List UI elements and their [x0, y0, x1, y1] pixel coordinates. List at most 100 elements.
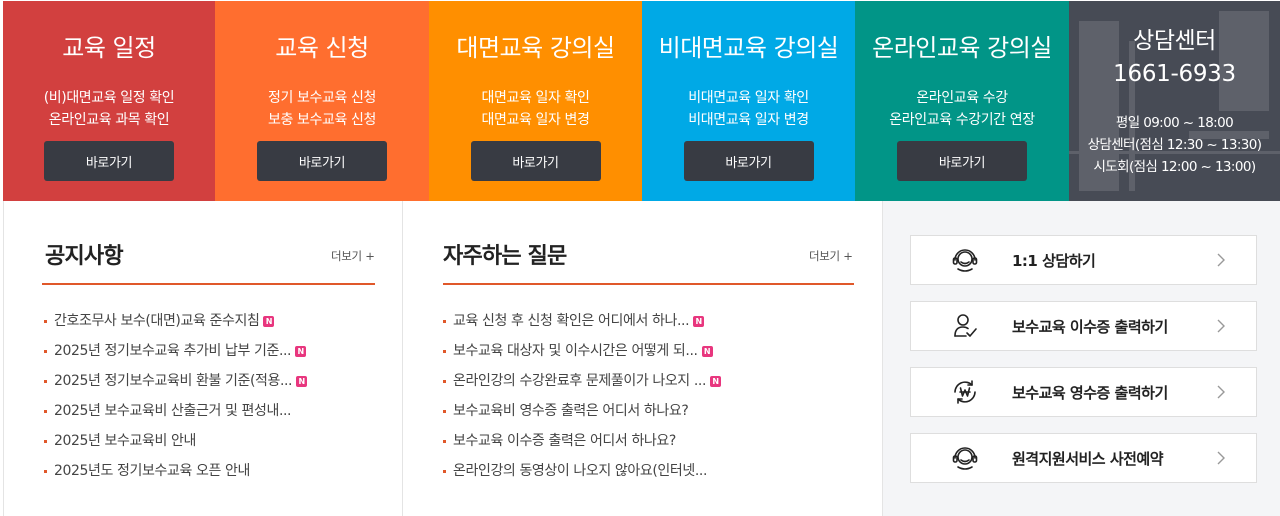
quick-link-remote-support[interactable]: 원격지원서비스 사전예약	[910, 433, 1257, 483]
notice-panel: 공지사항 더보기 + 간호조무사 보수(대면)교육 준수지침 N 2025년 정기…	[3, 201, 403, 516]
notice-item[interactable]: 2025년 정기보수교육 추가비 납부 기준... N	[44, 336, 307, 366]
tile-line: 온라인교육 수강기간 연장	[889, 112, 1035, 128]
faq-item[interactable]: 보수교육비 영수증 출력은 어디서 하나요?	[443, 396, 721, 426]
bullet	[443, 349, 446, 353]
tile-line: 비대면교육 일자 확인	[688, 90, 809, 106]
notice-item[interactable]: 간호조무사 보수(대면)교육 준수지침 N	[44, 306, 307, 336]
bullet	[44, 469, 47, 473]
tile-line: 보충 보수교육 신청	[268, 112, 376, 128]
faq-title: 자주하는 질문	[443, 244, 567, 269]
tile-line: 온라인교육 과목 확인	[48, 112, 170, 128]
consult-hours-line: 평일 09:00 ~ 18:00	[1115, 115, 1234, 131]
notice-item-text: 2025년도 정기보수교육 오픈 안내	[54, 463, 250, 479]
new-badge: N	[701, 345, 713, 357]
tile-description: 정기 보수교육 신청 보충 보수교육 신청	[215, 87, 429, 131]
bullet	[44, 319, 47, 323]
tile-title: 비대면교육 강의실	[658, 34, 839, 62]
tile-offline-classroom: 대면교육 강의실 대면교육 일자 확인 대면교육 일자 변경 바로가기	[429, 1, 642, 201]
faq-panel: 자주하는 질문 더보기 + 교육 신청 후 신청 확인은 어디에서 하나... N…	[403, 201, 883, 516]
quick-link-label: 보수교육 영수증 출력하기	[1012, 383, 1168, 402]
tile-education-apply: 교육 신청 정기 보수교육 신청 보충 보수교육 신청 바로가기	[215, 1, 429, 201]
go-button-remote[interactable]: 바로가기	[683, 141, 814, 181]
faq-item[interactable]: 온라인강의 수강완료후 문제풀이가 나오지 ... N	[443, 366, 721, 396]
consult-phone: 1661-6933	[1113, 61, 1236, 87]
notice-item[interactable]: 2025년도 정기보수교육 오픈 안내	[44, 456, 307, 486]
notice-divider	[42, 283, 375, 285]
notice-item[interactable]: 2025년 보수교육비 안내	[44, 426, 307, 456]
notice-list: 간호조무사 보수(대면)교육 준수지침 N 2025년 정기보수교육 추가비 납부…	[44, 306, 308, 486]
tile-description: 비대면교육 일자 확인 비대면교육 일자 변경	[642, 87, 855, 131]
quick-link-certificate[interactable]: 보수교육 이수증 출력하기	[910, 301, 1257, 351]
notice-item[interactable]: 2025년 보수교육비 산출근거 및 편성내...	[44, 396, 307, 426]
new-badge: N	[296, 375, 308, 387]
go-button-online[interactable]: 바로가기	[897, 141, 1027, 181]
faq-item[interactable]: 교육 신청 후 신청 확인은 어디에서 하나... N	[443, 306, 721, 336]
faq-divider	[443, 283, 854, 285]
faq-item-text: 보수교육비 영수증 출력은 어디서 하나요?	[453, 403, 689, 419]
notice-item-text: 2025년 정기보수교육비 환불 기준(적용...	[54, 373, 293, 389]
bullet	[443, 439, 446, 443]
bullet	[443, 319, 446, 323]
new-badge: N	[693, 315, 705, 327]
quick-links-panel: 1:1 상담하기 보수교육 이수증 출력하기 보수교육 영수증 출력하기 원격지…	[883, 201, 1280, 516]
quick-link-label: 보수교육 이수증 출력하기	[1012, 317, 1168, 336]
notice-more-link[interactable]: 더보기 +	[331, 248, 375, 264]
bullet	[443, 409, 446, 413]
won-refresh-icon	[950, 377, 980, 407]
tile-line: 정기 보수교육 신청	[268, 90, 376, 106]
quick-link-label: 1:1 상담하기	[1012, 251, 1096, 270]
new-badge: N	[710, 375, 721, 387]
consult-hours-line: 시도회(점심 12:00 ~ 13:00)	[1093, 159, 1256, 175]
certificate-user-icon	[950, 311, 980, 341]
tile-description: (비)대면교육 일정 확인 온라인교육 과목 확인	[3, 87, 215, 131]
go-button-schedule[interactable]: 바로가기	[44, 141, 174, 181]
consult-hours-line: 상담센터(점심 12:30 ~ 13:30)	[1087, 137, 1262, 153]
tile-consult-center: 상담센터 1661-6933 평일 09:00 ~ 18:00 상담센터(점심 …	[1069, 1, 1280, 201]
faq-item-text: 온라인강의 수강완료후 문제풀이가 나오지 ...	[453, 373, 706, 389]
quick-link-label: 원격지원서비스 사전예약	[1012, 449, 1164, 468]
new-badge: N	[263, 315, 275, 327]
faq-item-text: 보수교육 이수증 출력은 어디서 하나요?	[453, 433, 676, 449]
tile-title: 온라인교육 강의실	[872, 34, 1052, 62]
notice-item[interactable]: 2025년 정기보수교육비 환불 기준(적용... N	[44, 366, 308, 396]
notice-item-text: 간호조무사 보수(대면)교육 준수지침	[54, 313, 260, 329]
bullet	[44, 439, 47, 443]
bullet	[44, 409, 47, 413]
headset-icon	[950, 443, 980, 473]
tile-line: 온라인교육 수강	[916, 90, 1008, 106]
faq-more-link[interactable]: 더보기 +	[809, 248, 853, 264]
chevron-right-icon	[1217, 385, 1225, 399]
notice-item-text: 2025년 정기보수교육 추가비 납부 기준...	[54, 343, 292, 359]
faq-item[interactable]: 보수교육 대상자 및 이수시간은 어떻게 되... N	[443, 336, 721, 366]
tile-description: 온라인교육 수강 온라인교육 수강기간 연장	[855, 87, 1069, 131]
notice-item-text: 2025년 보수교육비 안내	[54, 433, 196, 449]
bullet	[443, 469, 446, 473]
go-button-offline[interactable]: 바로가기	[470, 141, 601, 181]
tile-line: 대면교육 일자 변경	[481, 112, 590, 128]
tile-online-classroom: 온라인교육 강의실 온라인교육 수강 온라인교육 수강기간 연장 바로가기	[855, 1, 1069, 201]
faq-list: 교육 신청 후 신청 확인은 어디에서 하나... N 보수교육 대상자 및 이수…	[443, 306, 721, 486]
faq-item[interactable]: 온라인강의 동영상이 나오지 않아요(인터넷...	[443, 456, 721, 486]
faq-item[interactable]: 보수교육 이수증 출력은 어디서 하나요?	[443, 426, 721, 456]
tile-title: 대면교육 강의실	[456, 34, 615, 62]
tile-title: 교육 일정	[62, 34, 156, 62]
chevron-right-icon	[1217, 451, 1225, 465]
notice-item-text: 2025년 보수교육비 산출근거 및 편성내...	[54, 403, 292, 419]
tile-line: 비대면교육 일자 변경	[688, 112, 809, 128]
tile-remote-classroom: 비대면교육 강의실 비대면교육 일자 확인 비대면교육 일자 변경 바로가기	[642, 1, 855, 201]
quick-link-consult[interactable]: 1:1 상담하기	[910, 235, 1257, 285]
bullet	[44, 349, 47, 353]
headset-icon	[950, 245, 980, 275]
tile-education-schedule: 교육 일정 (비)대면교육 일정 확인 온라인교육 과목 확인 바로가기	[3, 1, 215, 201]
faq-item-text: 보수교육 대상자 및 이수시간은 어떻게 되...	[453, 343, 698, 359]
bullet	[44, 379, 47, 383]
chevron-right-icon	[1217, 253, 1225, 267]
quick-link-receipt[interactable]: 보수교육 영수증 출력하기	[910, 367, 1257, 417]
tile-description: 대면교육 일자 확인 대면교육 일자 변경	[429, 87, 642, 131]
chevron-right-icon	[1217, 319, 1225, 333]
service-tiles: 교육 일정 (비)대면교육 일정 확인 온라인교육 과목 확인 바로가기 교육 …	[3, 1, 1280, 201]
go-button-apply[interactable]: 바로가기	[257, 141, 387, 181]
bullet	[443, 379, 446, 383]
consult-title: 상담센터	[1133, 28, 1216, 54]
tile-title: 교육 신청	[275, 34, 369, 62]
